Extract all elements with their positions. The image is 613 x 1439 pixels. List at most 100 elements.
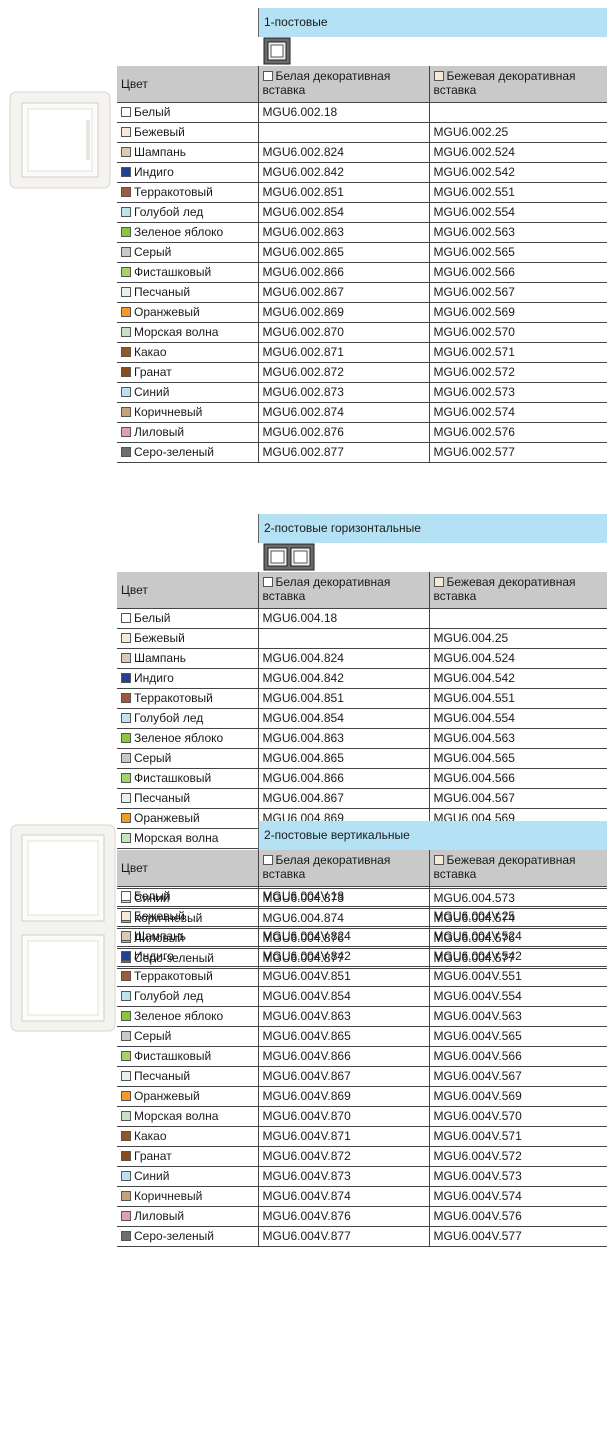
beige-insert-article: MGU6.004V.573	[428, 1166, 607, 1187]
color-swatch	[121, 632, 131, 643]
table-row: Песчаный MGU6.002.867 MGU6.002.567	[117, 282, 607, 303]
white-insert-article: MGU6.002.872	[257, 362, 429, 383]
table-row: Шампань MGU6.002.824 MGU6.002.524	[117, 142, 607, 163]
color-cell: Гранат	[117, 362, 258, 383]
beige-insert-article: MGU6.002.572	[428, 362, 607, 383]
table-row: Лиловый MGU6.002.876 MGU6.002.576	[117, 422, 607, 443]
color-swatch	[121, 106, 131, 117]
color-swatch	[121, 1010, 131, 1021]
color-cell: Терракотовый	[117, 966, 258, 987]
table-row: Оранжевый MGU6.002.869 MGU6.002.569	[117, 302, 607, 323]
table-row: Терракотовый MGU6.002.851 MGU6.002.551	[117, 182, 607, 203]
table-row: Шампань MGU6.004V.824 MGU6.004V.524	[117, 926, 607, 947]
color-cell: Бежевый	[117, 122, 258, 143]
catalog-section: 1-постовые Цвет Белая декоративная вставка…	[117, 8, 607, 463]
beige-insert-article: MGU6.004V.566	[428, 1046, 607, 1067]
table-row: Какао MGU6.002.871 MGU6.002.571	[117, 342, 607, 363]
white-insert-article: MGU6.004V.872	[257, 1146, 429, 1167]
beige-insert-article: MGU6.004V.563	[428, 1006, 607, 1027]
beige-insert-article: MGU6.004V.565	[428, 1026, 607, 1047]
white-insert-article: MGU6.004.851	[257, 688, 429, 709]
section-thumbnail	[117, 543, 607, 572]
color-cell: Какао	[117, 1126, 258, 1147]
table-row: Бежевый MGU6.002.25	[117, 122, 607, 143]
white-insert-article: MGU6.004.842	[257, 668, 429, 689]
color-cell: Фисташковый	[117, 768, 258, 789]
color-swatch	[121, 1050, 131, 1061]
beige-insert-article: MGU6.002.571	[428, 342, 607, 363]
color-swatch	[121, 652, 131, 663]
color-cell: Серый	[117, 1026, 258, 1047]
table-row: Зеленое яблоко MGU6.002.863 MGU6.002.563	[117, 222, 607, 243]
table-row: Бежевый MGU6.004V.25	[117, 906, 607, 927]
white-insert-article	[257, 628, 429, 649]
color-cell: Какао	[117, 342, 258, 363]
white-insert-article: MGU6.004V.842	[257, 946, 429, 967]
table-row: Какао MGU6.004V.871 MGU6.004V.571	[117, 1126, 607, 1147]
white-insert-article: MGU6.002.876	[257, 422, 429, 443]
color-swatch	[121, 206, 131, 217]
table-row: Серо-зеленый MGU6.002.877 MGU6.002.577	[117, 442, 607, 463]
single-frame-photo	[9, 91, 111, 189]
color-cell: Серый	[117, 748, 258, 769]
beige-insert-article: MGU6.004.524	[428, 648, 607, 669]
table-row: Голубой лед MGU6.004V.854 MGU6.004V.554	[117, 986, 607, 1007]
beige-insert-article	[428, 886, 607, 907]
color-cell: Голубой лед	[117, 986, 258, 1007]
white-insert-swatch	[262, 71, 273, 81]
color-cell: Шампань	[117, 648, 258, 669]
table-row: Коричневый MGU6.002.874 MGU6.002.574	[117, 402, 607, 423]
white-insert-article: MGU6.002.18	[257, 102, 429, 123]
beige-insert-article: MGU6.004V.571	[428, 1126, 607, 1147]
table-row: Фисташковый MGU6.004.866 MGU6.004.566	[117, 768, 607, 789]
beige-insert-article: MGU6.004.566	[428, 768, 607, 789]
table-header-row: Цвет Белая декоративная вставка Бежевая де…	[117, 850, 607, 887]
beige-insert-swatch	[433, 71, 444, 81]
white-insert-article: MGU6.004V.851	[257, 966, 429, 987]
beige-insert-article: MGU6.004V.542	[428, 946, 607, 967]
color-swatch	[121, 306, 131, 317]
beige-insert-article: MGU6.004V.567	[428, 1066, 607, 1087]
color-cell: Бежевый	[117, 628, 258, 649]
section-title: 2-постовые горизонтальные	[258, 514, 607, 543]
white-insert-article: MGU6.004V.867	[257, 1066, 429, 1087]
color-swatch	[121, 990, 131, 1001]
white-insert-article: MGU6.004.867	[257, 788, 429, 809]
column-header-white-insert: Белая декоративная вставка	[257, 850, 429, 887]
table-row: Терракотовый MGU6.004.851 MGU6.004.551	[117, 688, 607, 709]
white-insert-article: MGU6.004.854	[257, 708, 429, 729]
white-insert-article: MGU6.002.873	[257, 382, 429, 403]
color-cell: Морская волна	[117, 322, 258, 343]
white-insert-swatch	[262, 855, 273, 865]
color-swatch	[121, 732, 131, 743]
white-insert-article: MGU6.002.824	[257, 142, 429, 163]
table-row: Индиго MGU6.002.842 MGU6.002.542	[117, 162, 607, 183]
beige-insert-article: MGU6.004V.572	[428, 1146, 607, 1167]
table-row: Голубой лед MGU6.002.854 MGU6.002.554	[117, 202, 607, 223]
color-swatch	[121, 1110, 131, 1121]
table-row: Серый MGU6.002.865 MGU6.002.565	[117, 242, 607, 263]
beige-insert-article: MGU6.004V.554	[428, 986, 607, 1007]
beige-insert-article: MGU6.004V.569	[428, 1086, 607, 1107]
color-swatch	[121, 792, 131, 803]
column-header-color: Цвет	[117, 572, 258, 609]
color-cell: Шампань	[117, 926, 258, 947]
color-cell: Серо-зеленый	[117, 442, 258, 463]
color-swatch	[121, 1230, 131, 1241]
section-header: 2-постовые горизонтальные	[117, 514, 607, 543]
color-cell: Коричневый	[117, 402, 258, 423]
color-cell: Индиго	[117, 162, 258, 183]
beige-insert-article: MGU6.004V.570	[428, 1106, 607, 1127]
color-swatch	[121, 246, 131, 257]
table-row: Фисташковый MGU6.004V.866 MGU6.004V.566	[117, 1046, 607, 1067]
table-header-row: Цвет Белая декоративная вставка Бежевая де…	[117, 572, 607, 609]
table-row: Коричневый MGU6.004V.874 MGU6.004V.574	[117, 1186, 607, 1207]
white-insert-article: MGU6.004.824	[257, 648, 429, 669]
table-row: Зеленое яблоко MGU6.004.863 MGU6.004.563	[117, 728, 607, 749]
table-row: Шампань MGU6.004.824 MGU6.004.524	[117, 648, 607, 669]
section-header: 2-постовые вертикальные	[117, 821, 607, 850]
beige-insert-article: MGU6.004.567	[428, 788, 607, 809]
white-insert-article: MGU6.004.18	[257, 608, 429, 629]
color-cell: Фисташковый	[117, 1046, 258, 1067]
color-swatch	[121, 406, 131, 417]
